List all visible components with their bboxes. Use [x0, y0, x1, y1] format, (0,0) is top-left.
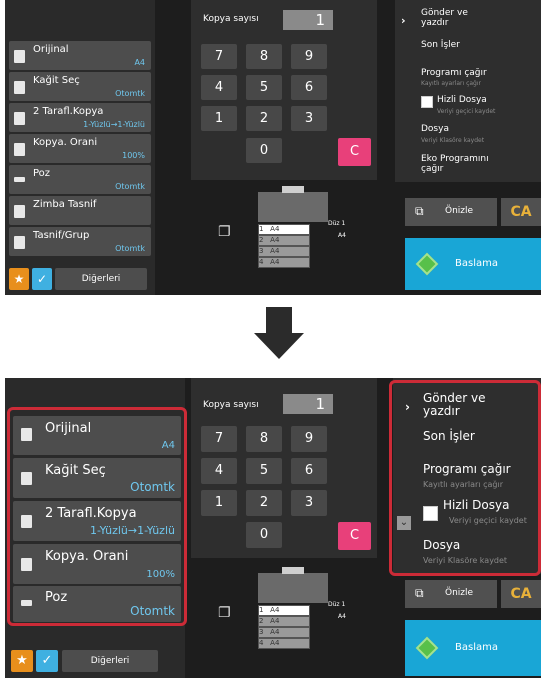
- ratio-icon: [14, 143, 25, 156]
- clear-button[interactable]: C: [338, 522, 371, 550]
- keypad: Kopya sayısı 1 7 8 9 4 5 6 1 2 3 0 C: [191, 378, 377, 558]
- key-1[interactable]: 1: [201, 106, 237, 131]
- key-4[interactable]: 4: [201, 75, 237, 100]
- tray-2[interactable]: 2 A4: [258, 616, 310, 627]
- keypad: Kopya sayısı 1 7 8 9 4 5 6 1 2 3 0 C: [191, 0, 377, 180]
- start-diamond-icon: [415, 252, 439, 276]
- key-0[interactable]: 0: [246, 138, 282, 163]
- others-button[interactable]: Diğerleri: [62, 650, 158, 672]
- quick-file-item[interactable]: Hizli Dosya: [437, 95, 487, 105]
- machine-illustration: 1 A4 2 A4 3 A4 4 A4 Düz 1 A4 ❐: [210, 563, 360, 675]
- eco-program-item[interactable]: Eko Programını çağır: [421, 154, 501, 174]
- quick-file-checkbox[interactable]: [421, 96, 433, 108]
- setting-sort-group[interactable]: Tasnif/Grup Otomtk: [9, 227, 151, 256]
- preview-button[interactable]: ⧉ Önizle: [405, 198, 497, 226]
- setting-paper-select[interactable]: Kağit Seç Otomtk: [9, 72, 151, 101]
- setting-copy-ratio[interactable]: Kopya. Orani 100%: [9, 134, 151, 163]
- preview-button[interactable]: ⧉ Önizle: [405, 580, 497, 608]
- check-icon[interactable]: ✓: [36, 650, 58, 672]
- tray-1[interactable]: 1 A4: [258, 224, 310, 235]
- setting-staple-sort[interactable]: Zimba Tasnif: [9, 196, 151, 225]
- machine-body: [258, 192, 328, 222]
- key-4[interactable]: 4: [201, 458, 237, 484]
- staple-icon: [14, 205, 25, 218]
- original-pages-icon: ❐: [218, 605, 231, 621]
- copy-count-label: Kopya sayısı: [203, 14, 259, 24]
- output-tray-label: Düz 1: [328, 601, 346, 608]
- clear-all-button[interactable]: CA: [501, 580, 541, 608]
- key-5[interactable]: 5: [246, 75, 282, 100]
- setting-original[interactable]: Orijinal A4: [9, 41, 151, 70]
- copy-count-field[interactable]: 1: [283, 394, 333, 414]
- file-item[interactable]: Dosya: [421, 124, 449, 134]
- start-diamond-icon: [415, 636, 439, 660]
- setting-exposure[interactable]: Poz Otomtk: [9, 165, 151, 194]
- transition-arrow-shaft: [266, 307, 292, 333]
- preview-icon: ⧉: [415, 586, 424, 600]
- check-icon[interactable]: ✓: [32, 268, 52, 290]
- setting-duplex[interactable]: 2 Tarafl.Kopya 1-Yüzlü→1-Yüzlü: [9, 103, 151, 132]
- clear-button[interactable]: C: [338, 138, 371, 166]
- output-size-label: A4: [338, 232, 346, 239]
- key-5[interactable]: 5: [246, 458, 282, 484]
- others-button[interactable]: Diğerleri: [55, 268, 147, 290]
- key-2[interactable]: 2: [246, 490, 282, 516]
- right-menu: › Gönder ve yazdır Son İşler Programı ça…: [395, 0, 541, 182]
- tray-3[interactable]: 3 A4: [258, 246, 310, 257]
- preview-icon: ⧉: [415, 204, 424, 218]
- key-9[interactable]: 9: [291, 426, 327, 452]
- call-program-sub: Kayıtlı ayarları çağır: [421, 80, 481, 87]
- key-7[interactable]: 7: [201, 44, 237, 69]
- key-3[interactable]: 3: [291, 106, 327, 131]
- top-screenshot: Orijinal A4 Kağit Seç Otomtk 2 Tarafl.Ko…: [5, 0, 541, 295]
- start-button[interactable]: Baslama: [405, 238, 541, 290]
- favorite-star-icon[interactable]: ★: [9, 268, 29, 290]
- key-7[interactable]: 7: [201, 426, 237, 452]
- key-8[interactable]: 8: [246, 426, 282, 452]
- paper-icon: [14, 81, 25, 94]
- machine-illustration: 1 A4 2 A4 3 A4 4 A4 Düz 1 A4 ❐: [210, 182, 360, 294]
- tray-4[interactable]: 4 A4: [258, 257, 310, 268]
- sort-icon: [14, 236, 25, 249]
- document-icon: [14, 50, 25, 63]
- file-sub: Veriyi Klasöre kaydet: [421, 137, 485, 144]
- tray-3[interactable]: 3 A4: [258, 627, 310, 638]
- output-size-label: A4: [338, 613, 346, 620]
- output-tray-label: Düz 1: [328, 220, 346, 227]
- key-3[interactable]: 3: [291, 490, 327, 516]
- key-6[interactable]: 6: [291, 75, 327, 100]
- call-program-item[interactable]: Programı çağır: [421, 68, 487, 78]
- clear-all-button[interactable]: CA: [501, 198, 541, 226]
- menu-highlight-box: [389, 380, 541, 576]
- tray-1[interactable]: 1 A4: [258, 605, 310, 616]
- copy-count-label: Kopya sayısı: [203, 400, 259, 410]
- send-print-item[interactable]: Gönder ve yazdır: [421, 8, 481, 28]
- key-2[interactable]: 2: [246, 106, 282, 131]
- bottom-screenshot: Orijinal A4 Kağit Seç Otomtk 2 Tarafl.Ko…: [5, 378, 541, 678]
- recent-jobs-item[interactable]: Son İşler: [421, 40, 460, 50]
- start-button[interactable]: Baslama: [405, 620, 541, 676]
- key-1[interactable]: 1: [201, 490, 237, 516]
- key-8[interactable]: 8: [246, 44, 282, 69]
- duplex-icon: [14, 112, 25, 125]
- copy-count-field[interactable]: 1: [283, 10, 333, 30]
- scanner-top: [282, 186, 304, 193]
- arrow-down-icon: [254, 333, 304, 359]
- key-0[interactable]: 0: [246, 522, 282, 548]
- quick-file-sub: Veriyi geçici kaydet: [437, 108, 496, 115]
- key-9[interactable]: 9: [291, 44, 327, 69]
- tray-4[interactable]: 4 A4: [258, 638, 310, 649]
- scanner-top: [282, 567, 304, 574]
- chevron-right-icon[interactable]: ›: [401, 14, 406, 27]
- settings-highlight-box: [7, 407, 187, 626]
- key-6[interactable]: 6: [291, 458, 327, 484]
- tray-2[interactable]: 2 A4: [258, 235, 310, 246]
- original-pages-icon: ❐: [218, 224, 231, 240]
- settings-panel: Orijinal A4 Kağit Seç Otomtk 2 Tarafl.Ko…: [5, 0, 155, 295]
- exposure-icon: [14, 177, 25, 182]
- machine-body: [258, 573, 328, 603]
- favorite-star-icon[interactable]: ★: [11, 650, 33, 672]
